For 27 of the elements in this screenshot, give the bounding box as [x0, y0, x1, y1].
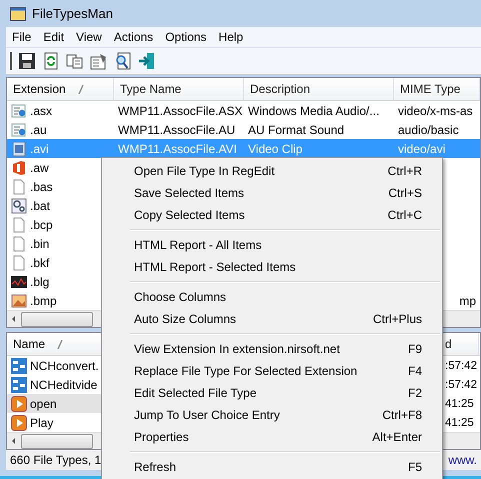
table-cell: WMP11.AssocFile.AU — [118, 122, 236, 137]
window-title: FileTypesMan — [32, 6, 113, 22]
table-cell: .aw — [30, 160, 49, 175]
table-cell: video/avi — [398, 142, 446, 156]
table-cell: mp — [459, 294, 476, 308]
table-cell: .bkf — [30, 256, 50, 270]
table-cell: Video Clip — [248, 142, 302, 156]
table-cell: :57:42 — [445, 378, 477, 391]
table-cell: .bat — [30, 198, 50, 213]
table-cell: .bmp — [30, 294, 57, 308]
table-cell: .avi — [30, 142, 49, 156]
table-cell: .au — [30, 122, 47, 137]
table-cell: .bas — [30, 180, 53, 194]
table-cell: .asx — [30, 104, 52, 118]
status-text: 660 File Types, 1 — [10, 453, 102, 468]
table-cell: .bin — [30, 236, 50, 251]
table-cell: 41:25 — [445, 398, 474, 410]
table-cell: video/x-ms-as — [398, 104, 473, 118]
table-cell: Windows Media Audio/... — [248, 104, 380, 118]
table-cell: WMP11.AssocFile.AVI — [118, 142, 237, 156]
table-cell: WMP11.AssocFile.ASX — [118, 104, 242, 118]
table-cell: .blg — [30, 274, 50, 289]
table-cell: .bcp — [30, 218, 53, 232]
table-cell: audio/basic — [398, 122, 459, 137]
table-cell: AU Format Sound — [248, 122, 344, 137]
table-cell: :57:42 — [445, 360, 477, 372]
table-cell: 41:25 — [445, 416, 474, 429]
